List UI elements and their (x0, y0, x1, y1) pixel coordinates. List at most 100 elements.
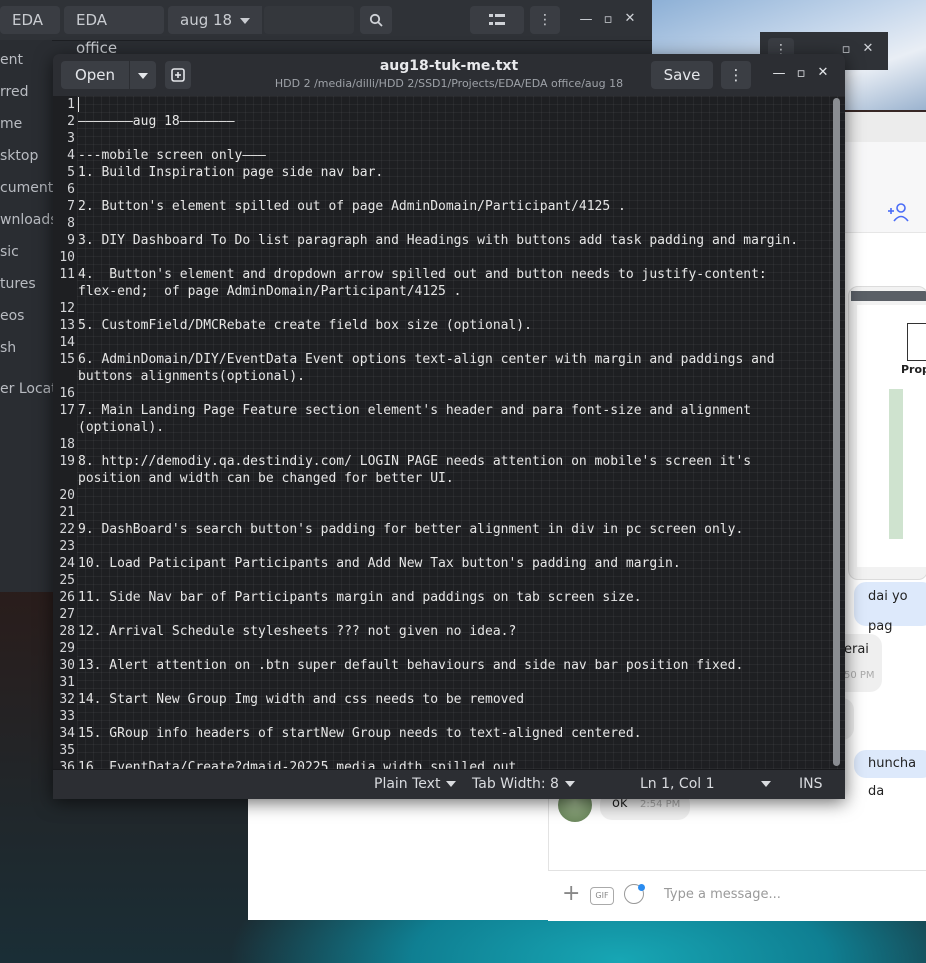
line-number: 20 (59, 488, 75, 503)
line-number: 36 (59, 760, 75, 769)
sidebar-item-trash[interactable]: sh (0, 340, 60, 356)
line-number: 8 (67, 216, 75, 231)
line-number: 25 (59, 573, 75, 588)
preview-sidebar (889, 389, 903, 539)
text-editor-window: Open aug18-tuk-me.txt HDD 2 /media/dilli… (53, 54, 845, 799)
line-number: 10 (59, 250, 75, 265)
message-composer: + GIF Type a message... (548, 870, 926, 921)
sidebar-item-starred[interactable]: rred (0, 84, 60, 100)
sidebar-item-desktop[interactable]: sktop (0, 148, 60, 164)
position-dropdown[interactable] (755, 776, 771, 792)
line-number: 11 (59, 267, 75, 282)
breadcrumb-eda-office[interactable]: EDA office (64, 6, 164, 57)
line-number: 16 (59, 386, 75, 401)
line-number: 17 (59, 403, 75, 418)
text-line: ———————aug 18——————— (78, 114, 235, 129)
notification-dot-icon (638, 884, 645, 891)
line-number: 3 (67, 131, 75, 146)
kebab-menu-icon: ⋮ (728, 66, 744, 84)
search-icon (369, 13, 383, 27)
line-number: 5 (67, 165, 75, 180)
message-time: 50 PM (844, 670, 875, 681)
line-number: 35 (59, 743, 75, 758)
close-icon[interactable]: ✕ (858, 41, 878, 56)
sidebar-item-pictures[interactable]: tures (0, 276, 60, 292)
chevron-down-icon (446, 781, 457, 787)
text-cursor (78, 97, 79, 112)
cursor-position[interactable]: Ln 1, Col 1 (640, 776, 715, 792)
text-line: 9. DashBoard's search button's padding f… (78, 522, 744, 537)
open-button[interactable]: Open (61, 61, 129, 89)
line-number: 22 (59, 522, 75, 537)
close-icon[interactable]: ✕ (813, 65, 833, 80)
maximize-icon[interactable]: ▫ (791, 66, 811, 81)
maximize-icon[interactable]: ▫ (598, 12, 618, 27)
insert-mode[interactable]: INS (799, 776, 823, 792)
gif-icon[interactable]: GIF (590, 887, 614, 905)
line-number: 23 (59, 539, 75, 554)
text-line: 13. Alert attention on .btn super defaul… (78, 658, 744, 673)
sidebar-item-downloads[interactable]: wnloads (0, 212, 60, 228)
sidebar-item-other-locations[interactable]: er Locat (0, 381, 60, 397)
scrollbar[interactable] (833, 98, 840, 766)
line-number: 12 (59, 301, 75, 316)
minimize-icon[interactable]: — (576, 12, 596, 27)
line-number: 13 (59, 318, 75, 333)
text-line: flex-end; of page AdminDomain/Participan… (78, 284, 462, 299)
sidebar-item-home[interactable]: me (0, 116, 60, 132)
path-entry[interactable] (264, 6, 354, 34)
sidebar-item-music[interactable]: sic (0, 244, 60, 260)
breadcrumb-eda[interactable]: EDA (0, 6, 60, 34)
line-number: 29 (59, 641, 75, 656)
tab-width-label: Tab Width: 8 (472, 776, 559, 792)
preview-box (907, 323, 926, 361)
menu-button[interactable]: ⋮ (530, 6, 560, 34)
tab-width-selector[interactable]: Tab Width: 8 (472, 776, 575, 792)
save-button[interactable]: Save (651, 61, 713, 89)
view-options-button[interactable] (470, 6, 524, 34)
document-path: HDD 2 /media/dilli/HDD 2/SSD1/Projects/E… (274, 77, 624, 90)
image-attachment[interactable]: Propo (848, 286, 926, 580)
line-number: 9 (67, 233, 75, 248)
text-line: 2. Button's element spilled out of page … (78, 199, 626, 214)
text-line: 5. CustomField/DMCRebate create field bo… (78, 318, 532, 333)
message-input[interactable]: Type a message... (664, 887, 781, 902)
preview-page: Propo (857, 305, 926, 567)
chevron-down-icon (564, 781, 575, 787)
text-line: 11. Side Nav bar of Participants margin … (78, 590, 642, 605)
sidebar-item-videos[interactable]: eos (0, 308, 60, 324)
menu-button[interactable]: ⋮ (721, 61, 751, 89)
search-button[interactable] (360, 6, 392, 34)
text-area[interactable]: 1 2 3 4 5 6 7 8 9 10 11 12 13 14 15 16 17 18 19 20 21 22 23 24 2… (53, 96, 845, 769)
language-selector[interactable]: Plain Text (374, 776, 457, 792)
open-dropdown-button[interactable] (130, 61, 156, 89)
text-line: 6. AdminDomain/DIY/EventData Event optio… (78, 352, 775, 367)
text-line: ---mobile screen only——— (78, 148, 266, 163)
language-label: Plain Text (374, 776, 441, 792)
text-line: 1. Build Inspiration page side nav bar. (78, 165, 384, 180)
message-time: 2:54 PM (640, 799, 681, 810)
add-person-icon[interactable] (888, 202, 912, 222)
text-line: buttons alignments(optional). (78, 369, 305, 384)
document-title: aug18-tuk-me.txt (379, 58, 519, 74)
minimize-icon[interactable]: — (769, 66, 789, 81)
chevron-down-icon[interactable] (240, 18, 250, 24)
line-number: 2 (67, 114, 75, 129)
sidebar-item-recent[interactable]: ent (0, 52, 60, 68)
message-sent: huncha da (854, 750, 926, 799)
text-line: 7. Main Landing Page Feature section ele… (78, 403, 752, 418)
text-line: 3. DIY Dashboard To Do list paragraph an… (78, 233, 799, 248)
editor-headerbar: Open aug18-tuk-me.txt HDD 2 /media/dilli… (53, 54, 845, 97)
line-number: 14 (59, 335, 75, 350)
line-number: 18 (59, 437, 75, 452)
sidebar-item-documents[interactable]: cuments (0, 180, 60, 196)
editor-statusbar: Plain Text Tab Width: 8 Ln 1, Col 1 INS (53, 769, 845, 799)
new-document-button[interactable] (165, 61, 191, 89)
text-line: 10. Load Paticipant Participants and Add… (78, 556, 681, 571)
message-text: erai (844, 642, 869, 657)
close-icon[interactable]: ✕ (620, 11, 640, 26)
line-number: 15 (59, 352, 75, 367)
line-number: 6 (67, 182, 75, 197)
line-number: 32 (59, 692, 75, 707)
plus-icon[interactable]: + (562, 881, 580, 906)
